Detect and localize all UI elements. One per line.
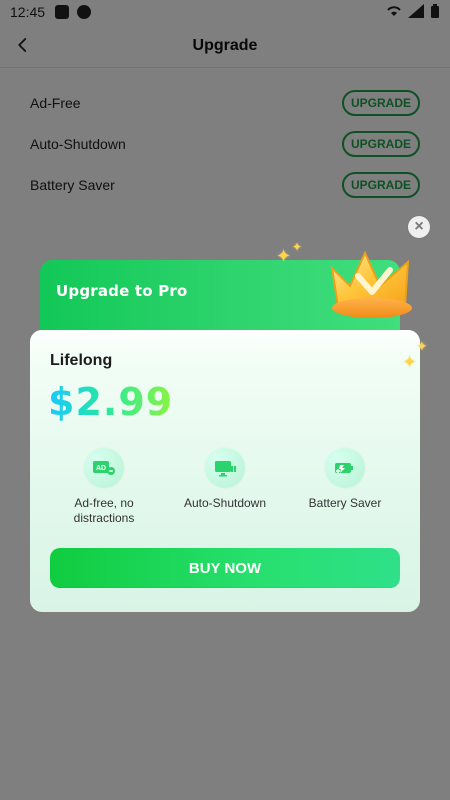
sparkle-icon: ✦ (416, 338, 428, 354)
svg-text:AD: AD (96, 465, 106, 472)
modal-title: Upgrade to Pro (56, 282, 188, 300)
sparkle-icon: ✦ (276, 246, 292, 266)
battery-saver-icon (325, 448, 365, 488)
ad-free-icon: AD (84, 448, 124, 488)
feature-battery-saver: Battery Saver (285, 448, 405, 511)
sparkle-icon: ✦ (402, 352, 418, 372)
feature-label: Battery Saver (308, 496, 382, 510)
price: $2.99 (48, 380, 174, 424)
buy-now-button[interactable]: BUY NOW (50, 548, 400, 588)
crown-icon (320, 228, 430, 338)
feature-label: Auto-Shutdown (183, 496, 267, 510)
plan-label: Lifelong (50, 352, 113, 369)
sparkle-icon: ✦ (292, 240, 303, 254)
features: AD Ad-free, no distractions Auto-Shutdow… (30, 448, 420, 538)
feature-ad-free: AD Ad-free, no distractions (44, 448, 164, 526)
monitor-pause-icon (205, 448, 245, 488)
feature-auto-shutdown: Auto-Shutdown (165, 448, 285, 511)
feature-label: Ad-free, no distractions (73, 496, 135, 525)
